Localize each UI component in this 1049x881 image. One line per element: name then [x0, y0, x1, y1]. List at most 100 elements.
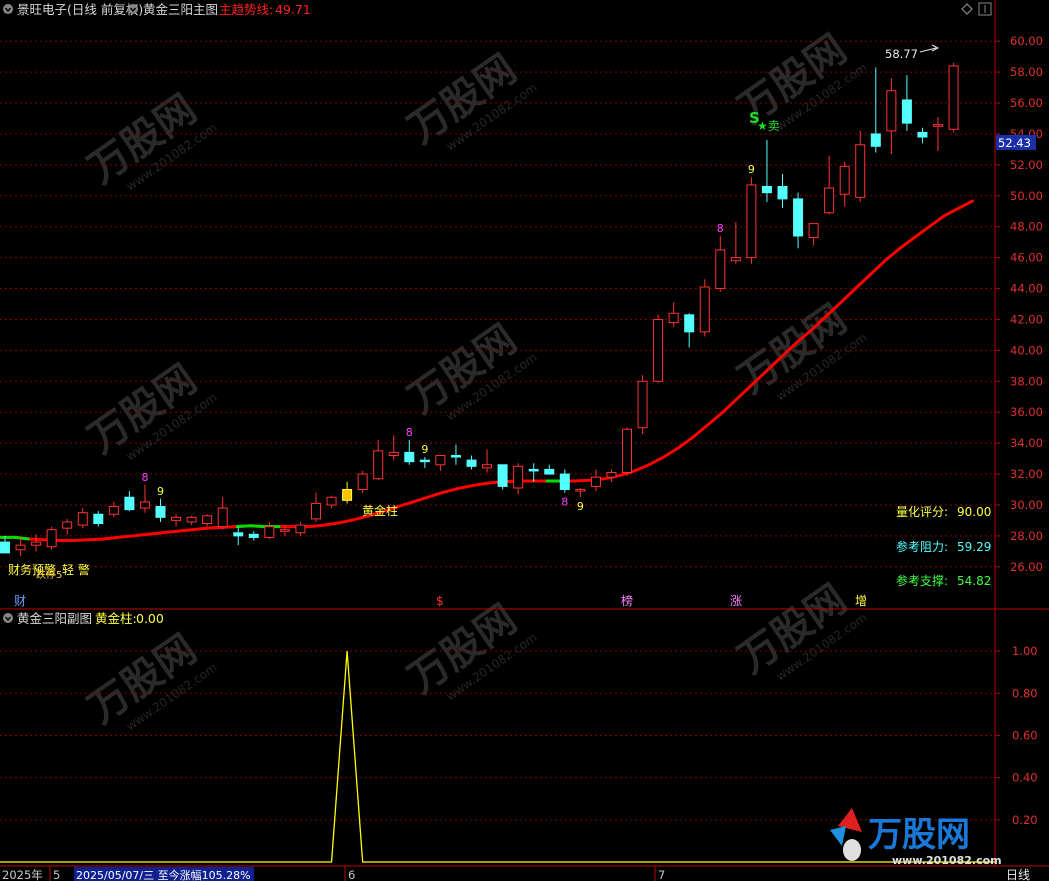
y-tick-label: 56.00 — [1010, 96, 1043, 110]
td-count-label: 8 — [141, 471, 148, 484]
indicator-name: 黄金三阳主图 — [143, 2, 218, 17]
sub-header: 黄金三阳副图 黄金柱: 0.00 — [3, 611, 164, 626]
candle-body-up — [715, 249, 726, 290]
td-count-label: 9 — [157, 485, 164, 498]
main-y-axis: 26.00 28.00 30.00 32.00 34.00 36.00 38.00 40.00… — [995, 34, 1043, 574]
sub-y-tick-label: 0.20 — [1012, 813, 1038, 827]
y-tick-label: 32.00 — [1010, 467, 1043, 481]
candle-body-up — [311, 502, 321, 520]
candle-body-up — [295, 524, 306, 534]
candle-body-up — [606, 472, 617, 478]
price-tag: 52.43 — [996, 135, 1036, 150]
score-value: 90.00 — [957, 505, 991, 519]
candle-body-up — [388, 451, 399, 457]
y-tick-label: 40.00 — [1010, 343, 1043, 357]
candle-body-down — [777, 186, 788, 200]
candle-body-down — [466, 459, 477, 467]
candle-body-up — [264, 526, 275, 538]
candle-body-down — [497, 464, 508, 487]
indicator-menu-icon[interactable] — [128, 4, 138, 14]
y-tick-label: 36.00 — [1010, 405, 1043, 419]
candle-body-up — [217, 507, 228, 528]
candle-body-down — [404, 451, 415, 463]
high-label: 58.77 — [885, 47, 918, 61]
event-marker-finance[interactable]: 财 — [14, 594, 26, 608]
td-count-label: 9 — [577, 500, 584, 513]
candle-body-down — [870, 133, 881, 147]
logo-url: www.201082.com — [892, 854, 1002, 867]
y-tick-label: 48.00 — [1010, 220, 1043, 234]
candle-body-down — [544, 468, 555, 475]
stock-name: 景旺电子(日线 前复权) — [17, 2, 143, 17]
y-tick-label: 38.00 — [1010, 374, 1043, 388]
candle-body-up — [668, 312, 679, 324]
candle-body-up — [730, 257, 741, 262]
candle-body-up — [15, 544, 26, 551]
candle-body-up — [31, 541, 42, 546]
td-count-label: 8 — [406, 426, 413, 439]
event-markers: 财 $ 榜 涨 增 — [14, 593, 867, 608]
event-marker-limit-up[interactable]: 涨 — [730, 593, 742, 608]
support-value: 54.82 — [957, 574, 991, 588]
diamond-icon[interactable] — [961, 3, 973, 15]
resistance-value: 59.29 — [957, 540, 991, 554]
candle-body-down — [761, 186, 772, 194]
chart-canvas: 万股网www.201082.com万股网www.201082.com 万股网www… — [0, 0, 1049, 881]
candle-body-up — [590, 476, 601, 487]
y-tick-label: 58.00 — [1010, 65, 1043, 79]
candle-body-down — [233, 532, 244, 537]
candle-body-down — [528, 468, 539, 472]
candle-body-up — [326, 496, 337, 506]
resistance-label: 参考阻力: — [896, 539, 948, 554]
candle-body-down — [450, 455, 461, 458]
y-tick-label: 52.00 — [1010, 158, 1043, 172]
score-label: 量化评分: — [896, 505, 948, 519]
event-marker-rank[interactable]: 榜 — [621, 593, 633, 608]
candle-body-down — [155, 506, 166, 518]
collapse-icon[interactable] — [3, 4, 13, 14]
sub-y-tick-label: 0.60 — [1012, 728, 1038, 742]
candle-body-up — [62, 521, 73, 529]
sub-y-tick-label: 1.00 — [1012, 644, 1038, 658]
event-marker-dollar[interactable]: $ — [436, 594, 444, 608]
candle-body-up — [824, 187, 835, 214]
trend-value: 49.71 — [275, 2, 311, 17]
candle-body-up — [435, 455, 446, 466]
candle-body-down — [559, 473, 570, 491]
event-marker-increase[interactable]: 增 — [855, 594, 867, 608]
stats-panel: 量化评分: 90.00 参考阻力: 59.29 参考支撑: 54.82 — [896, 505, 991, 588]
candle-body-up — [171, 516, 182, 521]
sub-indicator-name: 黄金三阳副图 — [17, 611, 92, 626]
period-label[interactable]: 日线 — [1006, 868, 1030, 881]
candle-body-up — [653, 318, 664, 382]
y-tick-label: 28.00 — [1010, 529, 1043, 543]
td-count-label: 8 — [561, 496, 568, 509]
date-year: 2025年 — [2, 868, 43, 881]
sub-series-value: 0.00 — [136, 611, 164, 626]
y-tick-label: 46.00 — [1010, 251, 1043, 265]
y-tick-label: 34.00 — [1010, 436, 1043, 450]
logo-figure-icon — [843, 839, 861, 861]
td-count-label: 9 — [748, 163, 755, 176]
candle-body-up — [948, 65, 959, 130]
limit-down-label: 跌停5 — [36, 568, 62, 581]
y-tick-label: 60.00 — [1010, 34, 1043, 48]
sub-y-tick-label: 0.80 — [1012, 686, 1038, 700]
trend-label: 主趋势线: — [219, 2, 273, 17]
date-info: 2025/05/07/三 至今涨幅105.28% — [76, 868, 251, 881]
sub-collapse-icon[interactable] — [3, 613, 13, 623]
candle-body-up — [279, 529, 290, 532]
sell-signal-text: ★卖 — [757, 119, 780, 133]
candle-body-up — [886, 90, 897, 132]
candle-body-down — [917, 131, 928, 138]
watermark-layer: 万股网www.201082.com万股网www.201082.com 万股网www… — [80, 26, 869, 733]
candle-body-up — [373, 450, 384, 480]
light-warning-label: 轻 警 — [62, 562, 90, 577]
candle-body-down — [419, 459, 430, 463]
trend-line-green-segment — [0, 535, 30, 541]
candle-body-down — [793, 198, 804, 237]
candle-body-up — [933, 124, 943, 127]
td-count-label: 9 — [421, 443, 428, 456]
candle-body-up — [839, 165, 850, 195]
candle-body-up — [202, 515, 213, 525]
